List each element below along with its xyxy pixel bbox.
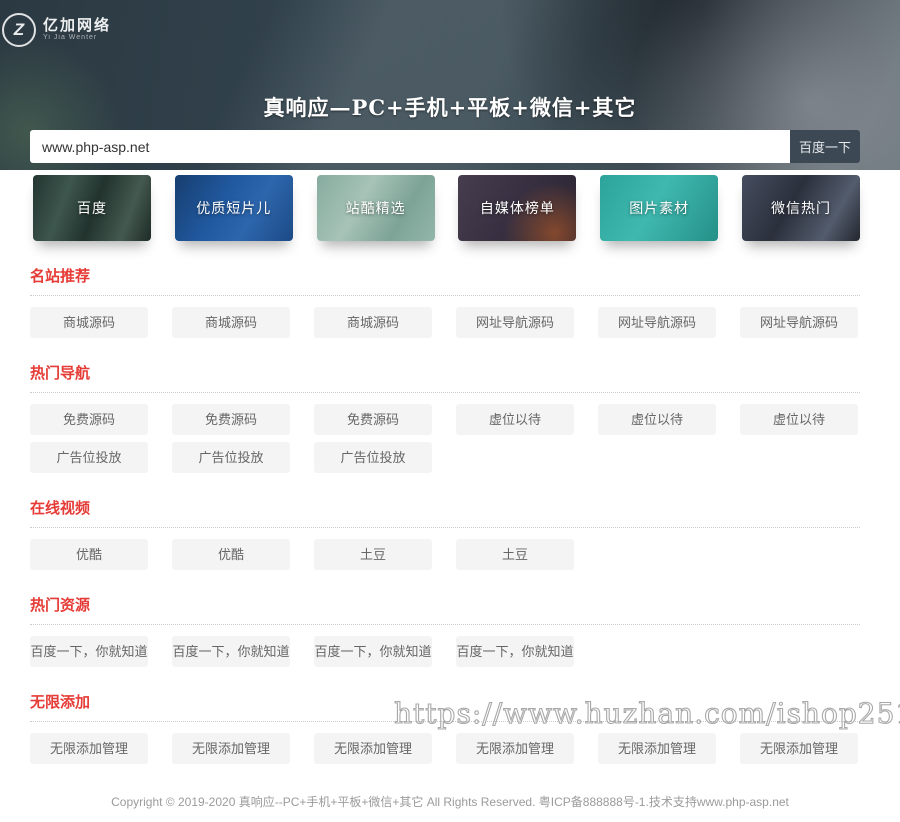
link-button[interactable]: 虚位以待 [598, 404, 716, 435]
logo-icon: Z [2, 13, 36, 47]
link-button[interactable]: 免费源码 [172, 404, 290, 435]
link-grid: 免费源码免费源码免费源码虚位以待虚位以待虚位以待广告位投放广告位投放广告位投放 [30, 393, 860, 473]
category-cards: 百度 优质短片儿 站酷精选 自媒体榜单 图片素材 微信热门 [33, 175, 860, 241]
link-button[interactable]: 无限添加管理 [314, 733, 432, 764]
link-button[interactable]: 网址导航源码 [456, 307, 574, 338]
category-card-label: 微信热门 [771, 198, 831, 218]
link-button[interactable]: 优酷 [172, 539, 290, 570]
category-card[interactable]: 优质短片儿 [175, 175, 293, 241]
section-title: 在线视频 [30, 500, 860, 528]
link-button[interactable]: 商城源码 [172, 307, 290, 338]
search-input[interactable] [30, 130, 790, 163]
link-button[interactable]: 无限添加管理 [172, 733, 290, 764]
link-button[interactable]: 土豆 [314, 539, 432, 570]
link-button[interactable]: 网址导航源码 [740, 307, 858, 338]
link-button[interactable]: 商城源码 [30, 307, 148, 338]
category-card-label: 自媒体榜单 [480, 198, 555, 218]
link-grid: 无限添加管理无限添加管理无限添加管理无限添加管理无限添加管理无限添加管理 [30, 722, 860, 764]
link-button[interactable]: 广告位投放 [314, 442, 432, 473]
category-card[interactable]: 自媒体榜单 [458, 175, 576, 241]
section-title: 热门导航 [30, 365, 860, 393]
link-button[interactable]: 无限添加管理 [30, 733, 148, 764]
link-button[interactable]: 商城源码 [314, 307, 432, 338]
site-logo[interactable]: Z 亿加网络 Yi Jia Wenter [2, 13, 111, 47]
link-button[interactable]: 网址导航源码 [598, 307, 716, 338]
link-button[interactable]: 广告位投放 [30, 442, 148, 473]
link-button[interactable]: 虚位以待 [740, 404, 858, 435]
link-section: 热门导航免费源码免费源码免费源码虚位以待虚位以待虚位以待广告位投放广告位投放广告… [30, 365, 860, 473]
link-section: 名站推荐商城源码商城源码商城源码网址导航源码网址导航源码网址导航源码 [30, 268, 860, 338]
link-button[interactable]: 百度一下，你就知道 [172, 636, 290, 667]
logo-text: 亿加网络 Yi Jia Wenter [43, 18, 111, 41]
section-title: 热门资源 [30, 597, 860, 625]
brand-name: 亿加网络 [43, 18, 111, 34]
link-button[interactable]: 优酷 [30, 539, 148, 570]
link-button[interactable]: 百度一下，你就知道 [30, 636, 148, 667]
search-button[interactable]: 百度一下 [790, 130, 860, 163]
section-title: 名站推荐 [30, 268, 860, 296]
link-button[interactable]: 土豆 [456, 539, 574, 570]
link-button[interactable]: 虚位以待 [456, 404, 574, 435]
link-button[interactable]: 免费源码 [30, 404, 148, 435]
footer-copyright: Copyright © 2019-2020 真响应--PC+手机+平板+微信+其… [0, 781, 900, 822]
link-button[interactable]: 免费源码 [314, 404, 432, 435]
section-title: 无限添加 [30, 694, 860, 722]
category-card-label: 图片素材 [629, 198, 689, 218]
category-card[interactable]: 微信热门 [742, 175, 860, 241]
category-card[interactable]: 图片素材 [600, 175, 718, 241]
link-grid: 优酷优酷土豆土豆 [30, 528, 860, 570]
link-button[interactable]: 百度一下，你就知道 [314, 636, 432, 667]
link-button[interactable]: 无限添加管理 [740, 733, 858, 764]
link-button[interactable]: 百度一下，你就知道 [456, 636, 574, 667]
link-section: 无限添加无限添加管理无限添加管理无限添加管理无限添加管理无限添加管理无限添加管理 [30, 694, 860, 764]
link-section: 在线视频优酷优酷土豆土豆 [30, 500, 860, 570]
category-card[interactable]: 站酷精选 [317, 175, 435, 241]
link-section: 热门资源百度一下，你就知道百度一下，你就知道百度一下，你就知道百度一下，你就知道 [30, 597, 860, 667]
link-button[interactable]: 广告位投放 [172, 442, 290, 473]
category-card-label: 优质短片儿 [196, 198, 271, 218]
link-grid: 商城源码商城源码商城源码网址导航源码网址导航源码网址导航源码 [30, 296, 860, 338]
hero-title: 真响应—PC+手机+平板+微信+其它 [0, 92, 900, 122]
page: Z 亿加网络 Yi Jia Wenter 真响应—PC+手机+平板+微信+其它 … [0, 0, 900, 817]
link-button[interactable]: 无限添加管理 [456, 733, 574, 764]
link-grid: 百度一下，你就知道百度一下，你就知道百度一下，你就知道百度一下，你就知道 [30, 625, 860, 667]
hero-banner: Z 亿加网络 Yi Jia Wenter 真响应—PC+手机+平板+微信+其它 … [0, 0, 900, 170]
brand-subtitle: Yi Jia Wenter [43, 34, 111, 41]
link-button[interactable]: 无限添加管理 [598, 733, 716, 764]
category-card[interactable]: 百度 [33, 175, 151, 241]
search-bar: 百度一下 [30, 130, 860, 163]
category-card-label: 站酷精选 [346, 198, 406, 218]
link-sections: 名站推荐商城源码商城源码商城源码网址导航源码网址导航源码网址导航源码热门导航免费… [30, 268, 860, 764]
category-card-label: 百度 [77, 198, 107, 218]
